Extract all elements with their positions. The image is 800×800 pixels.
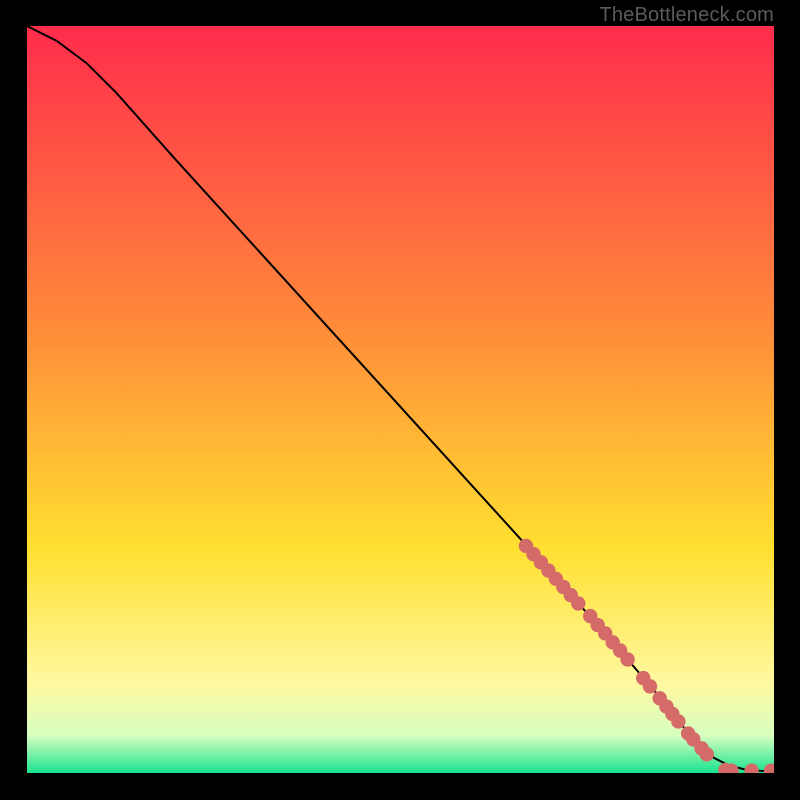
chart-dot	[671, 714, 685, 728]
watermark-text: TheBottleneck.com	[599, 4, 774, 27]
chart-dot	[643, 679, 657, 693]
plot-area	[27, 26, 774, 773]
chart-dot	[700, 747, 714, 761]
chart-background	[27, 26, 774, 773]
chart-stage: TheBottleneck.com	[0, 0, 800, 800]
chart-dot	[620, 652, 634, 666]
chart-svg	[27, 26, 774, 773]
chart-dot	[571, 596, 585, 610]
